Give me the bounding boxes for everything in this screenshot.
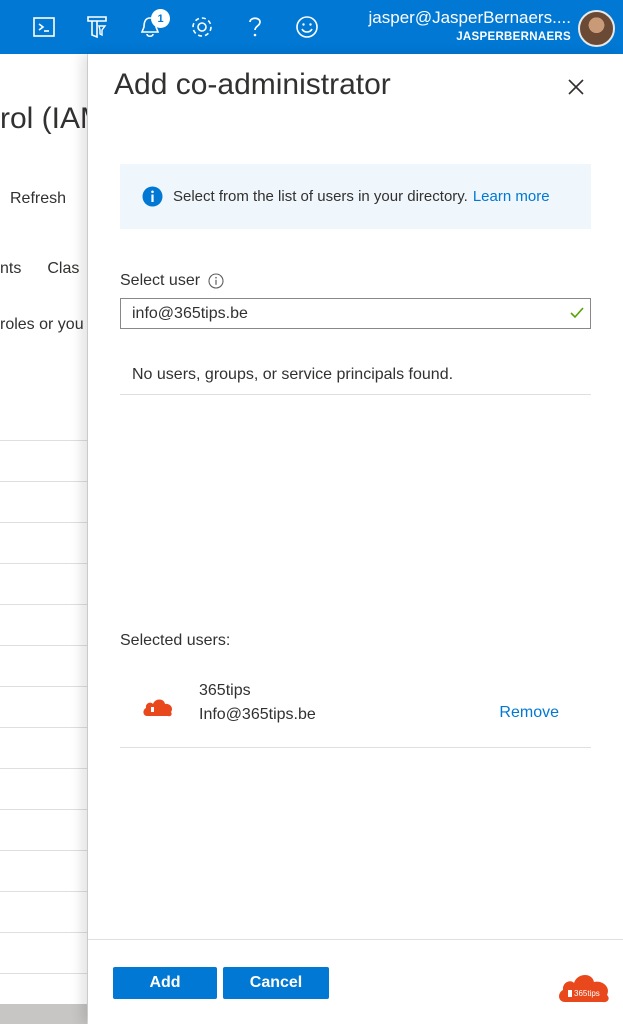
notification-count-badge: 1	[151, 9, 170, 28]
close-button[interactable]	[563, 74, 589, 100]
background-row-divider	[0, 686, 87, 687]
panel-title: Add co-administrator	[114, 68, 391, 101]
watermark-brand-text: 365tips	[574, 989, 600, 998]
close-icon	[568, 79, 584, 95]
background-tab-1[interactable]: nts	[0, 260, 21, 277]
background-row-divider	[0, 850, 87, 851]
background-page: rol (IAM Refresh nts Clas roles or you	[0, 54, 88, 1024]
add-button[interactable]: Add	[113, 967, 217, 999]
results-divider	[120, 394, 591, 395]
select-user-input[interactable]	[132, 304, 552, 323]
background-row-divider	[0, 440, 87, 441]
learn-more-link[interactable]: Learn more	[473, 188, 550, 205]
background-refresh-button[interactable]: Refresh	[10, 190, 66, 208]
background-tabs: nts Clas	[0, 260, 87, 278]
background-subtext: roles or you	[0, 316, 84, 333]
background-row-divider	[0, 891, 87, 892]
background-row-divider	[0, 932, 87, 933]
horizontal-scrollbar[interactable]	[0, 1004, 87, 1024]
info-icon	[142, 186, 163, 207]
select-user-label-row: Select user	[120, 272, 224, 290]
no-results-message: No users, groups, or service principals …	[132, 366, 454, 383]
info-message-bar: Select from the list of users in your di…	[120, 164, 591, 229]
background-row-divider	[0, 645, 87, 646]
directory-filter-icon[interactable]	[77, 8, 117, 46]
background-row-divider	[0, 481, 87, 482]
remove-user-link[interactable]: Remove	[499, 704, 559, 722]
avatar[interactable]	[578, 10, 615, 47]
valid-check-icon	[570, 307, 584, 319]
selected-users-label: Selected users:	[120, 632, 231, 649]
info-message-text: Select from the list of users in your di…	[173, 188, 468, 205]
background-row-divider	[0, 809, 87, 810]
account-email: jasper@JasperBernaers....	[368, 8, 571, 27]
footer-divider	[88, 939, 623, 940]
cancel-button[interactable]: Cancel	[223, 967, 329, 999]
feedback-smiley-icon[interactable]	[287, 8, 327, 46]
account-menu[interactable]: jasper@JasperBernaers.... JASPERBERNAERS	[369, 6, 571, 44]
background-row-divider	[0, 973, 87, 974]
background-row-divider	[0, 768, 87, 769]
selected-user-item: 365tips Info@365tips.be Remove	[120, 676, 591, 744]
settings-gear-icon[interactable]	[182, 8, 222, 46]
add-co-administrator-panel: Add co-administrator Select from the lis…	[88, 54, 623, 1024]
help-icon[interactable]	[235, 8, 275, 46]
select-user-label: Select user	[120, 272, 201, 289]
background-row-divider	[0, 563, 87, 564]
top-navigation-bar: 1 jasper@JasperBernaers.... JASPERBERNAE…	[0, 0, 623, 54]
cloud-shell-icon[interactable]	[24, 8, 64, 46]
select-user-field	[120, 298, 591, 329]
365tips-watermark-logo: 365tips	[559, 974, 609, 1003]
365tips-logo-icon	[143, 699, 173, 717]
background-row-divider	[0, 522, 87, 523]
account-tenant: JASPERBERNAERS	[456, 31, 571, 43]
background-row-divider	[0, 727, 87, 728]
background-row-divider	[0, 604, 87, 605]
notification-bell-icon[interactable]: 1	[130, 8, 170, 46]
selected-user-name: 365tips	[199, 682, 251, 699]
info-tooltip-icon[interactable]	[208, 273, 224, 289]
background-tab-2[interactable]: Clas	[47, 260, 79, 277]
selected-user-divider	[120, 747, 591, 748]
selected-user-email: Info@365tips.be	[199, 706, 316, 723]
background-page-title: rol (IAM	[0, 102, 87, 135]
